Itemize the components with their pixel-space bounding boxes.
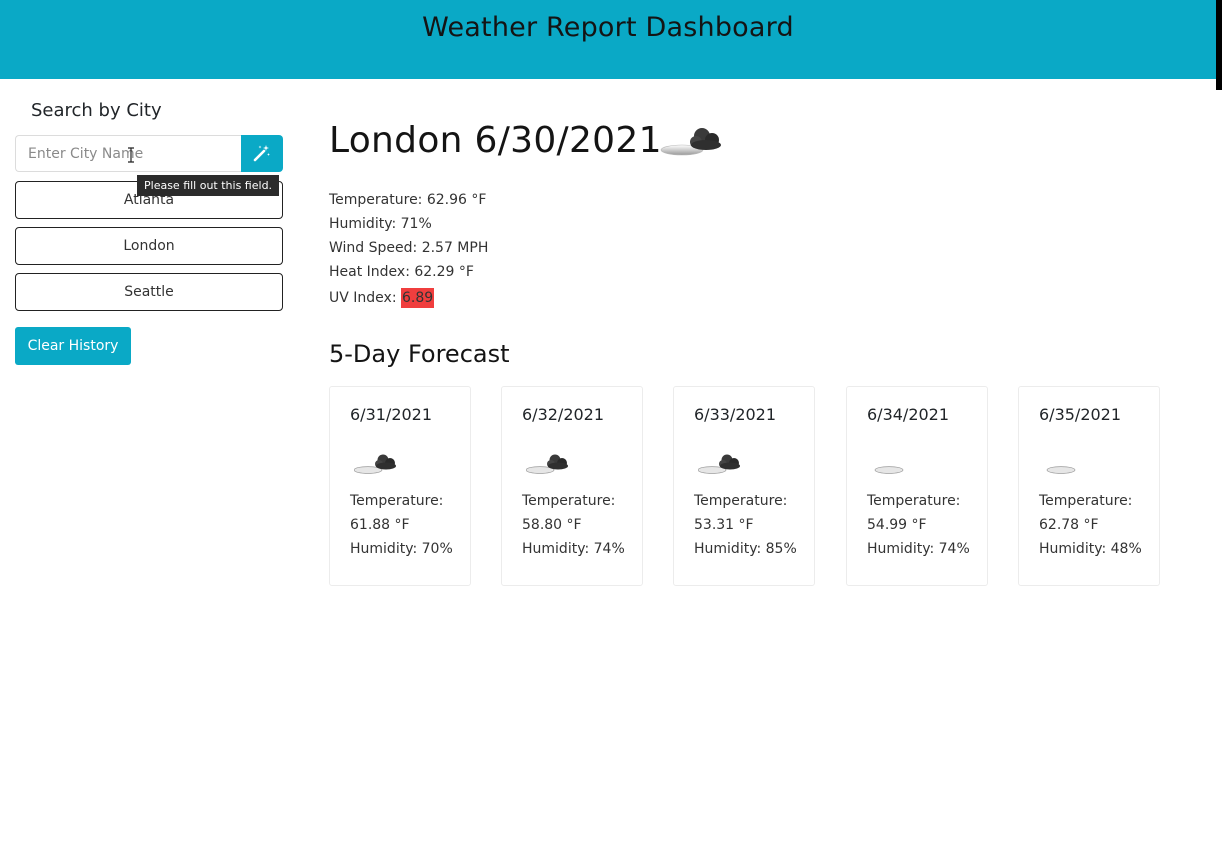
cloud-icon [874,466,904,474]
forecast-date: 6/33/2021 [694,405,777,424]
forecast-temperature-value: 61.88 °F [350,517,410,533]
forecast-card: 6/31/2021 Temperature: 61.88 °F Humidity: 7… [329,386,471,586]
forecast-card: 6/34/2021 Temperature: 54.99 °F Humidity: 7… [846,386,988,586]
history-city-button[interactable]: London [15,227,283,265]
forecast-date: 6/31/2021 [350,405,433,424]
forecast-humidity: Humidity: 85% [694,541,797,557]
scrollbar[interactable] [1216,0,1222,858]
history-city-button[interactable]: Seattle [15,273,283,311]
uv-index-label: UV Index: [329,290,401,306]
forecast-temperature-label: Temperature: [867,493,961,509]
forecast-temperature-label: Temperature: [350,493,444,509]
forecast-temperature-label: Temperature: [1039,493,1133,509]
page-header: Weather Report Dashboard [0,0,1216,79]
forecast-temperature-label: Temperature: [694,493,788,509]
forecast-humidity: Humidity: 74% [867,541,970,557]
partly-cloudy-icon [526,454,568,474]
scrollbar-thumb[interactable] [1216,0,1222,90]
forecast-card: 6/35/2021 Temperature: 62.78 °F Humidity: 4… [1018,386,1160,586]
text-cursor-icon [128,147,134,163]
partly-cloudy-icon [660,128,721,156]
forecast-humidity: Humidity: 74% [522,541,625,557]
partly-cloudy-icon [354,454,396,474]
current-temperature: Temperature: 62.96 °F [329,192,487,208]
forecast-temperature-value: 54.99 °F [867,517,927,533]
clear-history-button[interactable]: Clear History [15,327,131,365]
forecast-temperature-label: Temperature: [522,493,616,509]
forecast-temperature-value: 53.31 °F [694,517,754,533]
current-humidity: Humidity: 71% [329,216,432,232]
page-title: Weather Report Dashboard [422,12,794,43]
forecast-heading: 5-Day Forecast [329,340,510,368]
search-button[interactable] [241,135,283,172]
validation-tooltip: Please fill out this field. [137,175,280,196]
cloud-icon [1046,466,1076,474]
forecast-card: 6/33/2021 Temperature: 53.31 °F Humidity: 8… [673,386,815,586]
forecast-date: 6/35/2021 [1039,405,1122,424]
search-heading: Search by City [31,100,162,121]
forecast-humidity: Humidity: 70% [350,541,453,557]
current-uv-index: UV Index: 6.89 [329,288,435,308]
magic-wand-icon [253,145,270,162]
current-heat-index: Heat Index: 62.29 °F [329,264,474,280]
forecast-card: 6/32/2021 Temperature: 58.80 °F Humidity: 7… [501,386,643,586]
partly-cloudy-icon [698,454,740,474]
forecast-temperature-value: 58.80 °F [522,517,582,533]
forecast-temperature-value: 62.78 °F [1039,517,1099,533]
search-group [15,135,283,172]
forecast-date: 6/34/2021 [867,405,950,424]
forecast-date: 6/32/2021 [522,405,605,424]
current-city-date: London 6/30/2021 [329,120,662,161]
current-wind-speed: Wind Speed: 2.57 MPH [329,240,489,256]
uv-index-badge: 6.89 [400,288,435,308]
forecast-humidity: Humidity: 48% [1039,541,1142,557]
